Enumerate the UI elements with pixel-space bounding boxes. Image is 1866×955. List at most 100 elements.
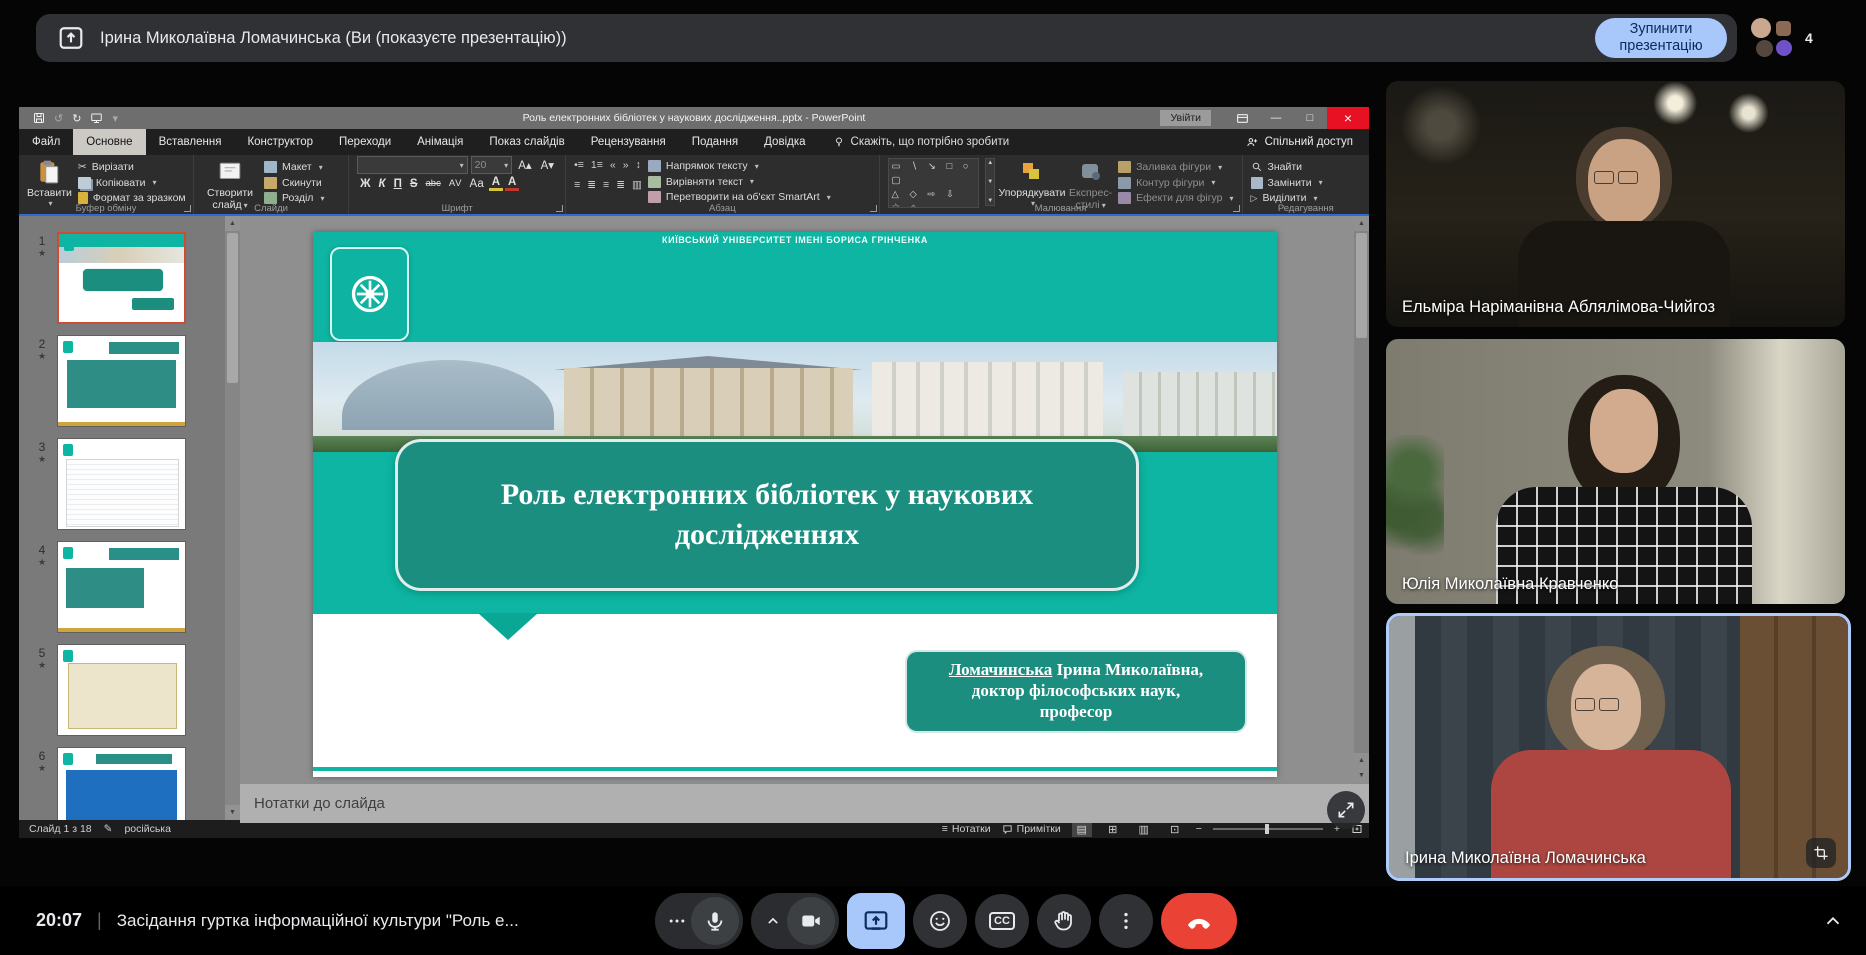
font-size-combo[interactable]: 20▾ [471,156,513,174]
undo-icon[interactable]: ↺ [54,112,63,125]
zoom-out-button[interactable]: − [1196,823,1202,835]
thumbnail-item-6[interactable]: 6★ [27,747,240,820]
numbering-button[interactable]: 1≡ [591,159,603,171]
scroll-down-icon[interactable]: ▼ [225,805,240,820]
shrink-font-button[interactable]: А▾ [538,158,557,172]
current-slide[interactable]: КИЇВСЬКИЙ УНІВЕРСИТЕТ ІМЕНІ БОРИСА ГРІНЧ… [313,232,1277,777]
microphone-button[interactable] [655,893,743,949]
scroll-up-icon[interactable]: ▲ [225,216,240,231]
tab-insert[interactable]: Вставлення [146,129,235,155]
thumbnail-item-1[interactable]: 1★ [27,232,240,324]
slide-1-thumbnail[interactable] [57,232,186,324]
highlight-color-button[interactable]: А [489,176,503,191]
tab-review[interactable]: Рецензування [578,129,679,155]
mic-icon[interactable] [691,897,739,945]
underline-button[interactable]: П [391,178,405,190]
qat-customize-icon[interactable]: ▾ [112,112,118,125]
font-color-button[interactable]: А [505,176,519,191]
video-options-icon[interactable] [763,911,783,931]
increase-indent-button[interactable]: » [623,159,629,171]
slide-2-thumbnail[interactable] [57,335,186,427]
close-button[interactable]: × [1327,107,1369,129]
ribbon-display-options-icon[interactable] [1225,107,1259,129]
align-left-button[interactable]: ≡ [574,179,580,191]
redo-icon[interactable]: ↻ [72,112,81,125]
tab-view[interactable]: Подання [679,129,751,155]
character-spacing-button[interactable]: АV [446,178,465,189]
drawing-dialog-launcher[interactable] [1233,205,1240,212]
decrease-indent-button[interactable]: « [610,159,616,171]
slide-3-thumbnail[interactable] [57,438,186,530]
shadow-button[interactable]: abc [423,178,444,189]
slide-6-thumbnail[interactable] [57,747,186,820]
minimize-button[interactable]: — [1259,107,1293,129]
bullets-button[interactable]: •≡ [574,159,584,171]
previous-slide-button[interactable]: ▲ [1354,753,1369,768]
present-screen-button[interactable] [847,893,905,949]
text-direction-button[interactable]: Напрямок тексту▾ [648,159,831,174]
reading-view-button[interactable]: ▥ [1134,821,1154,837]
tab-transitions[interactable]: Переходи [326,129,404,155]
scroll-up-icon[interactable]: ▲ [1354,216,1369,231]
comments-toggle[interactable]: Примітки [1002,823,1061,835]
raise-hand-button[interactable] [1037,894,1091,948]
cut-button[interactable]: ✂ Вирізати [78,160,186,175]
language-indicator[interactable]: російська [124,823,171,835]
slide-5-thumbnail[interactable] [57,644,186,736]
collapse-bar-button[interactable] [1822,910,1844,932]
font-name-combo[interactable]: ▾ [357,156,468,174]
stop-presentation-button[interactable]: Зупинити презентацію [1595,18,1727,58]
zoom-slider-thumb[interactable] [1265,824,1269,834]
shape-outline-button[interactable]: Контур фігури▾ [1118,176,1233,191]
notes-toggle[interactable]: ≡ Нотатки [942,823,991,835]
align-center-button[interactable]: ≣ [587,179,596,191]
participant-tile-2[interactable]: Юлія Миколаївна Кравченко [1386,339,1845,604]
start-slideshow-icon[interactable] [90,112,103,124]
shape-fill-button[interactable]: Заливка фігури▾ [1118,160,1233,175]
slideshow-view-button[interactable]: ⊡ [1165,821,1185,837]
tab-animations[interactable]: Анімація [404,129,476,155]
bold-button[interactable]: Ж [357,178,373,190]
grow-font-button[interactable]: А▴ [515,158,534,172]
tab-file[interactable]: Файл [19,129,73,155]
shapes-gallery[interactable]: ▭ ∖ ↘ □ ○ ▢ △ ◇ ⇨ ⇩ ☆ ⌂ ✎ ( ) { } ~ [888,158,980,208]
crop-video-button[interactable] [1806,838,1836,868]
editor-scrollbar[interactable]: ▲ ▲ ▼ [1354,216,1369,783]
italic-button[interactable]: К [376,178,389,190]
camera-button[interactable] [751,893,839,949]
paragraph-dialog-launcher[interactable] [870,205,877,212]
thumbnail-item-4[interactable]: 4★ [27,541,240,633]
tab-help[interactable]: Довідка [751,129,818,155]
tab-home[interactable]: Основне [73,129,145,155]
copy-button[interactable]: Копіювати▾ [78,176,186,191]
participant-tile-active-speaker[interactable]: Ірина Миколаївна Ломачинська [1386,613,1851,881]
end-call-button[interactable] [1161,893,1237,949]
more-options-button[interactable] [1099,894,1153,948]
slide-4-thumbnail[interactable] [57,541,186,633]
next-slide-button[interactable]: ▼ [1354,768,1369,783]
tab-design[interactable]: Конструктор [234,129,326,155]
participants-indicator[interactable]: 4 [1751,16,1813,60]
shapes-gallery-scroll[interactable]: ▲▼▼ [985,158,995,206]
tell-me-box[interactable]: Скажіть, що потрібно зробити [833,129,1010,155]
layout-button[interactable]: Макет▾ [264,160,324,175]
spellcheck-icon[interactable]: ✎ [104,823,113,835]
scrollbar-thumb[interactable] [227,233,238,383]
thumbnails-scrollbar[interactable]: ▲ ▼ [225,216,240,820]
sign-in-button[interactable]: Увійти [1160,110,1211,126]
audio-options-icon[interactable] [667,911,687,931]
restore-button[interactable]: □ [1293,107,1327,129]
reset-button[interactable]: Скинути [264,176,324,191]
slide-title-box[interactable]: Роль електронних бібліотек у наукових до… [395,439,1139,591]
thumbnail-item-5[interactable]: 5★ [27,644,240,736]
font-dialog-launcher[interactable] [556,205,563,212]
change-case-button[interactable]: Аа [467,178,487,190]
camera-icon[interactable] [787,897,835,945]
zoom-slider[interactable] [1213,828,1323,830]
notes-pane[interactable]: Нотатки до слайда [240,783,1369,823]
captions-button[interactable]: CC [975,894,1029,948]
thumbnail-item-3[interactable]: 3★ [27,438,240,530]
clipboard-dialog-launcher[interactable] [184,205,191,212]
reactions-button[interactable] [913,894,967,948]
columns-button[interactable]: ▥ [632,179,642,191]
